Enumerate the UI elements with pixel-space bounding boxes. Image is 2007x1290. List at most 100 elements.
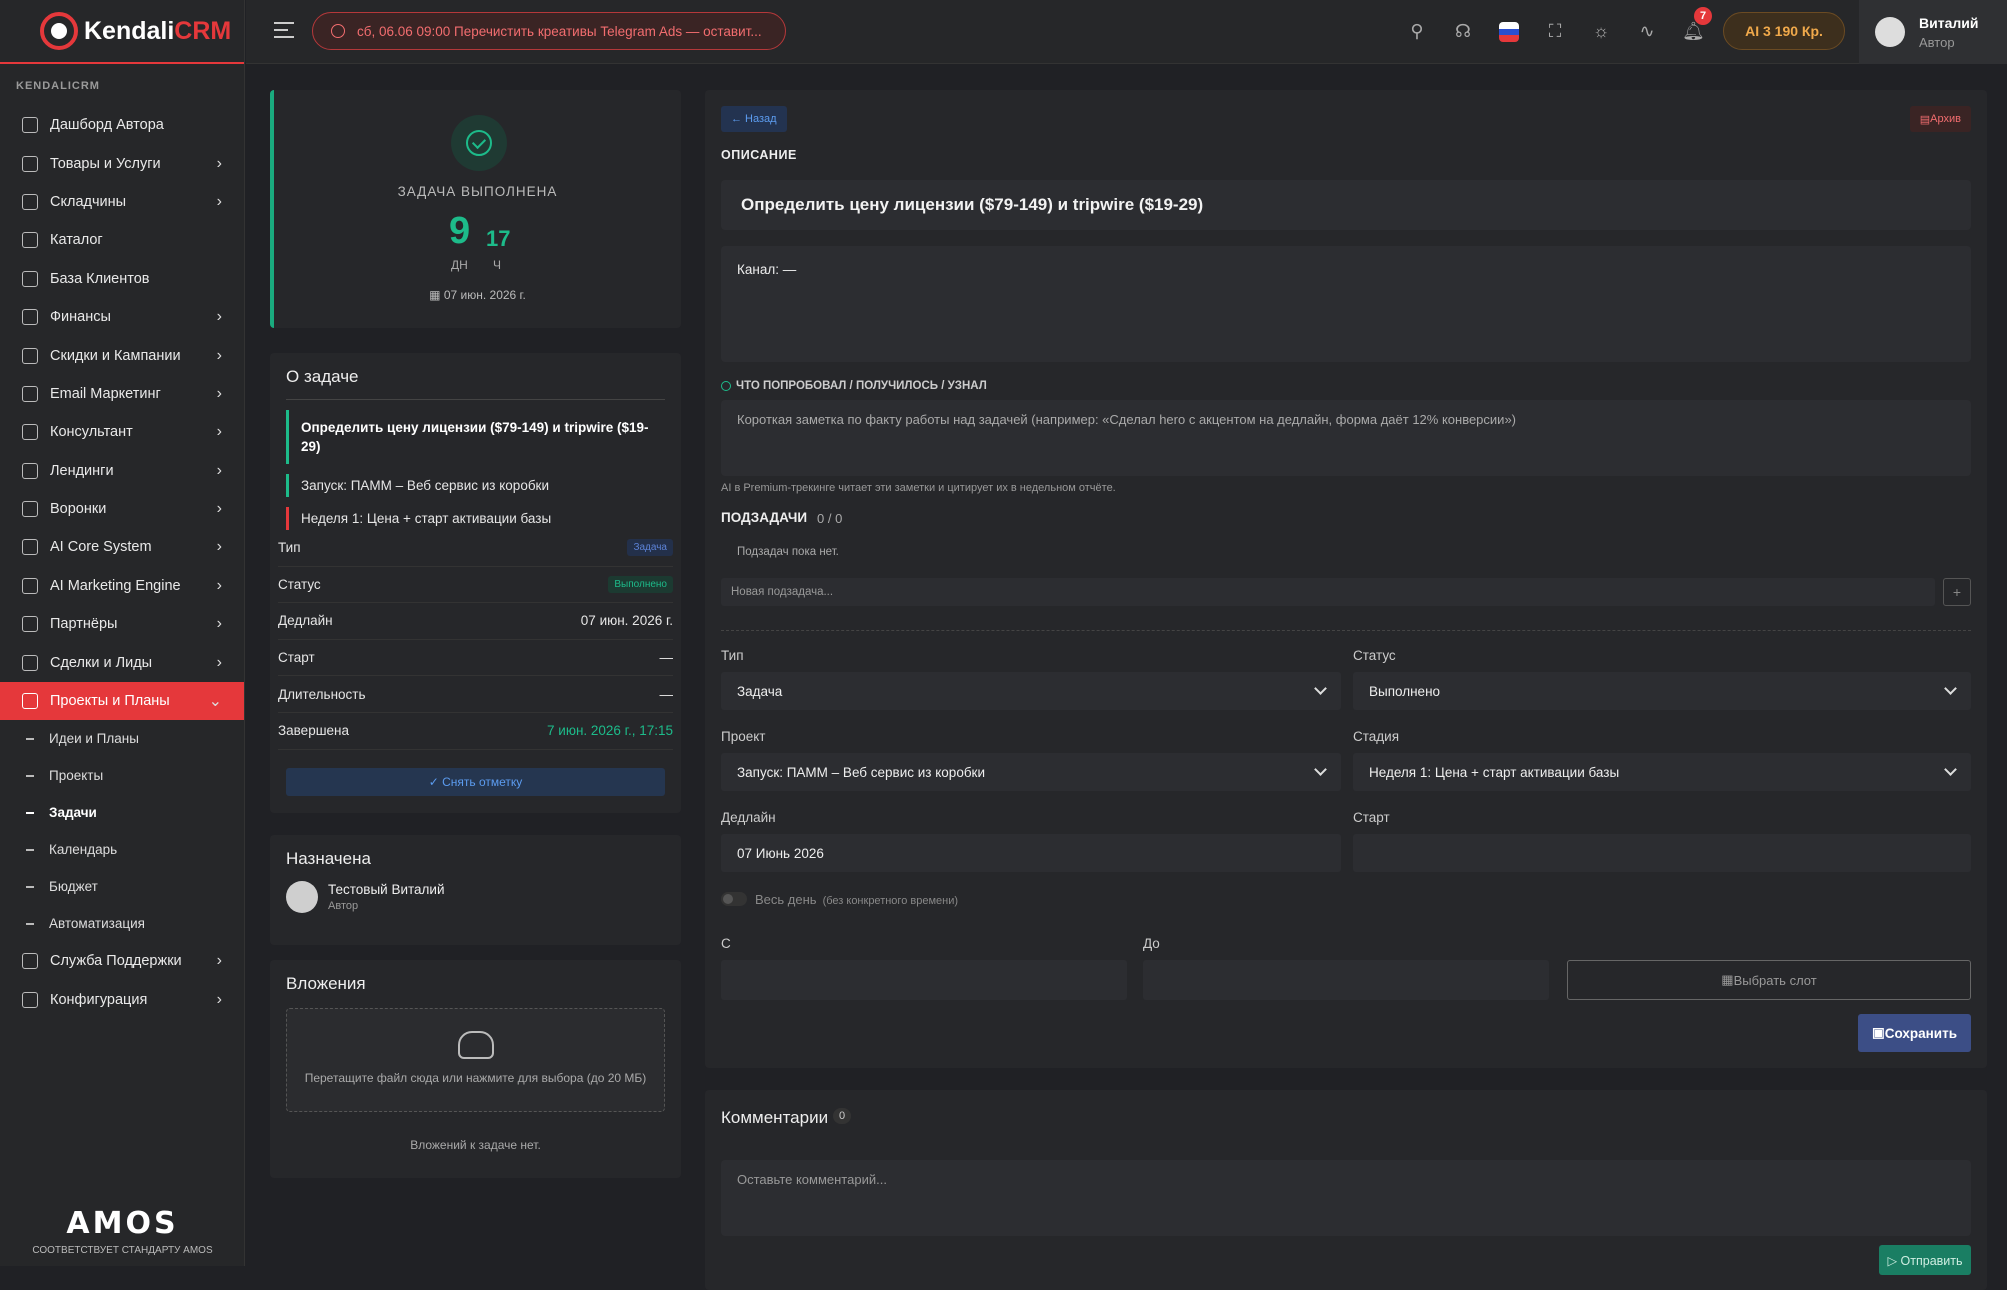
comment-textarea[interactable]: Оставьте комментарий... <box>721 1160 1971 1236</box>
sidebar-item-landings[interactable]: Лендинги › <box>0 452 244 490</box>
lifebuoy-icon <box>22 953 38 970</box>
sidebar-item-finance[interactable]: Финансы › <box>0 298 244 336</box>
related-project[interactable]: Запуск: ПАММ – Веб сервис из коробки <box>286 474 665 497</box>
sidebar-item-label: База Клиентов <box>50 270 150 287</box>
pick-slot-button[interactable]: ▦ Выбрать слот <box>1567 960 1971 1000</box>
archive-button[interactable]: ▤ Архив <box>1909 106 1971 132</box>
task-title-input[interactable]: Определить цену лицензии ($79-149) и tri… <box>721 180 1971 230</box>
sidebar-item-support[interactable]: Служба Поддержки › <box>0 942 244 980</box>
headset-icon[interactable]: ☊ <box>1452 20 1474 42</box>
about-title: О задаче <box>286 367 665 400</box>
sidebar-item-dashboard[interactable]: Дашборд Автора <box>0 106 244 144</box>
sidebar-subitem-budget[interactable]: Бюджет <box>0 868 244 905</box>
save-button[interactable]: ▣ Сохранить <box>1858 1014 1971 1052</box>
sidebar-subitem-ideas[interactable]: Идеи и Планы <box>0 720 244 757</box>
no-subtasks-text: Подзадач пока нет. <box>737 546 839 558</box>
headset-icon <box>22 424 38 441</box>
project-select[interactable]: Запуск: ПАММ – Веб сервис из коробки <box>721 753 1341 791</box>
file-dropzone[interactable]: Перетащите файл сюда или нажмите для выб… <box>286 1008 665 1112</box>
attachments-card: Вложения Перетащите файл сюда или нажмит… <box>270 960 681 1178</box>
chevron-right-icon: › <box>216 653 222 671</box>
ai-balance-pill[interactable]: AI 3 190 Кр. <box>1723 12 1845 50</box>
sidebar-item-catalog[interactable]: Каталог <box>0 221 244 259</box>
sidebar-item-funnels[interactable]: Воронки › <box>0 490 244 528</box>
send-comment-button[interactable]: ▷ Отправить <box>1879 1245 1971 1275</box>
sidebar-item-label: Служба Поддержки <box>50 953 182 970</box>
assigned-title: Назначена <box>286 849 371 868</box>
type-select[interactable]: Задача <box>721 672 1341 710</box>
ticket-icon <box>22 347 38 364</box>
sidebar-item-email[interactable]: Email Маркетинг › <box>0 375 244 413</box>
done-date: ▦ 07 июн. 2026 г. <box>274 288 681 302</box>
sidebar-subitem-label: Проекты <box>49 768 104 784</box>
all-day-toggle[interactable] <box>721 892 747 906</box>
assignee[interactable]: Тестовый Виталий Автор <box>286 881 665 913</box>
back-button[interactable]: ← Назад <box>721 106 787 132</box>
chevron-right-icon: › <box>216 192 222 210</box>
sidebar-item-clients[interactable]: База Клиентов <box>0 260 244 298</box>
sidebar-item-label: Финансы <box>50 309 111 326</box>
sidebar-item-skladchiny[interactable]: Складчины › <box>0 183 244 221</box>
reminder-text: сб, 06.06 09:00 Перечистить креативы Tel… <box>357 23 762 39</box>
topbar: сб, 06.06 09:00 Перечистить креативы Tel… <box>246 0 2007 64</box>
chevron-right-icon: › <box>216 952 222 970</box>
sidebar-subitem-label: Идеи и Планы <box>49 731 139 747</box>
sidebar-item-ai-marketing[interactable]: AI Marketing Engine › <box>0 567 244 605</box>
related-task[interactable]: Определить цену лицензии ($79-149) и tri… <box>286 410 665 464</box>
related-stage[interactable]: Неделя 1: Цена + старт активации базы <box>286 507 665 530</box>
deadline-input[interactable]: 07 Июнь 2026 <box>721 834 1341 872</box>
sidebar-item-label: AI Marketing Engine <box>50 577 181 594</box>
sidebar-subitem-tasks[interactable]: Задачи <box>0 794 244 831</box>
cloud-upload-icon <box>457 1031 494 1059</box>
stage-select[interactable]: Неделя 1: Цена + старт активации базы <box>1353 753 1971 791</box>
add-subtask-button[interactable]: + <box>1943 578 1971 606</box>
start-input[interactable] <box>1353 834 1971 872</box>
map-pin-icon[interactable]: ⚲ <box>1406 20 1428 42</box>
sun-icon[interactable]: ☼ <box>1590 20 1612 42</box>
sidebar-subitem-automation[interactable]: Автоматизация <box>0 905 244 942</box>
store-icon <box>22 232 38 249</box>
row-start: Старт — <box>278 640 673 677</box>
sidebar-subitem-projects[interactable]: Проекты <box>0 757 244 794</box>
row-status: Статус Выполнено <box>278 567 673 604</box>
sidebar-item-config[interactable]: Конфигурация › <box>0 981 244 1019</box>
avatar <box>286 881 318 913</box>
sidebar-item-partners[interactable]: Партнёры › <box>0 605 244 643</box>
chevron-down-icon <box>1944 682 1957 695</box>
fullscreen-icon[interactable]: ⛶ <box>1544 20 1566 42</box>
notes-label: ЧТО ПОПРОБОВАЛ / ПОЛУЧИЛОСЬ / УЗНАЛ <box>721 380 987 392</box>
new-subtask-input[interactable]: Новая подзадача... <box>721 578 1935 606</box>
sidebar-nav: Дашборд Автора Товары и Услуги › Складчин… <box>0 106 244 1019</box>
user-menu[interactable]: Виталий Автор <box>1859 0 2007 64</box>
wallet-icon <box>22 309 38 326</box>
chevron-right-icon: › <box>216 576 222 594</box>
sidebar-subitem-label: Автоматизация <box>49 916 145 932</box>
dash-icon <box>26 923 34 925</box>
done-date-text: 07 июн. 2026 г. <box>443 288 526 302</box>
chevron-right-icon: › <box>216 461 222 479</box>
description-textarea[interactable]: Канал: — <box>721 246 1971 362</box>
sidebar-item-deals[interactable]: Сделки и Лиды › <box>0 643 244 681</box>
sidebar-item-ai-core[interactable]: AI Core System › <box>0 528 244 566</box>
subtasks-label: ПОДЗАДАЧИ <box>721 510 808 525</box>
brand-logo[interactable]: KendaliCRM <box>0 0 244 64</box>
sidebar-item-projects[interactable]: Проекты и Планы ⌄ <box>0 681 244 721</box>
sidebar-item-products[interactable]: Товары и Услуги › <box>0 144 244 182</box>
reminder-pill[interactable]: сб, 06.06 09:00 Перечистить креативы Tel… <box>312 12 786 50</box>
comments-count: 0 <box>833 1108 852 1124</box>
notes-textarea[interactable]: Короткая заметка по факту работы над зад… <box>721 400 1971 476</box>
sidebar-item-consultant[interactable]: Консультант › <box>0 413 244 451</box>
from-time-input[interactable] <box>721 960 1127 1000</box>
handshake-icon <box>22 654 38 671</box>
sidebar-subitem-label: Бюджет <box>49 879 98 895</box>
activity-icon[interactable]: ∿ <box>1636 20 1658 42</box>
to-time-input[interactable] <box>1143 960 1549 1000</box>
sidebar-subitem-calendar[interactable]: Календарь <box>0 831 244 868</box>
sidebar-item-discounts[interactable]: Скидки и Кампании › <box>0 336 244 374</box>
unmark-button[interactable]: ✓ Снять отметку <box>286 767 665 796</box>
menu-icon[interactable] <box>274 22 294 38</box>
user-icon <box>22 270 38 287</box>
flag-icon[interactable] <box>1499 22 1519 42</box>
alert-circle-icon <box>331 24 345 38</box>
status-select[interactable]: Выполнено <box>1353 672 1971 710</box>
